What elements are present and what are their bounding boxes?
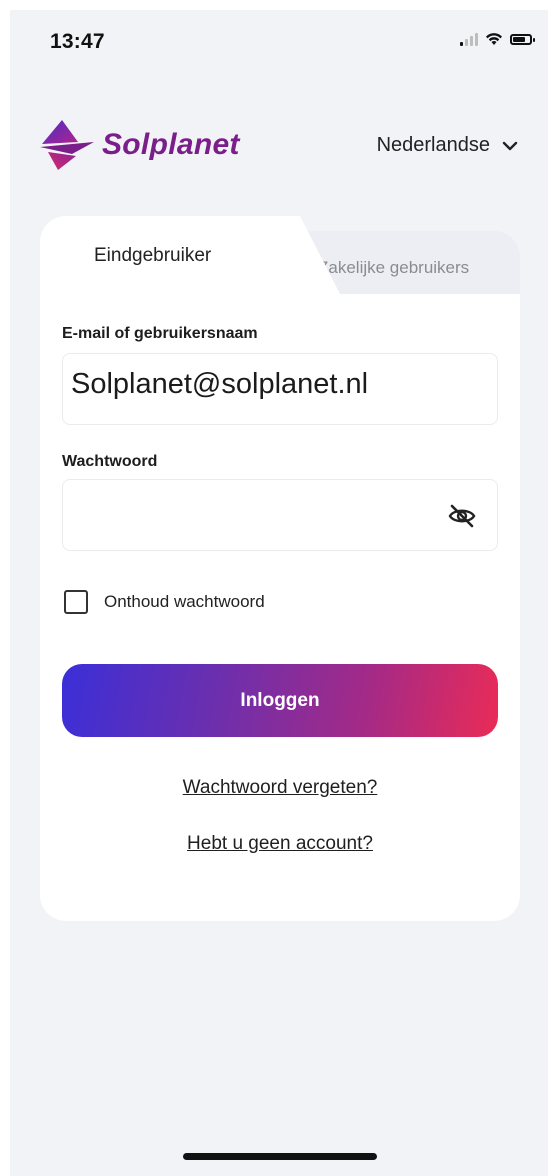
wifi-icon	[486, 33, 502, 45]
password-field[interactable]	[62, 479, 498, 551]
tab-end-user[interactable]: Eindgebruiker	[94, 245, 211, 267]
email-value: Solplanet@solplanet.nl	[71, 368, 369, 400]
no-account-link[interactable]: Hebt u geen account?	[40, 833, 520, 855]
status-icons	[460, 32, 535, 46]
login-button[interactable]: Inloggen	[62, 664, 498, 737]
password-label: Wachtwoord	[62, 453, 158, 470]
eye-off-icon[interactable]	[447, 504, 477, 528]
remember-label: Onthoud wachtwoord	[104, 592, 265, 611]
login-button-label: Inloggen	[240, 689, 320, 711]
brand-name: Solplanet	[102, 128, 240, 161]
cellular-signal-icon	[460, 32, 478, 46]
status-time: 13:47	[50, 30, 105, 53]
email-label: E-mail of gebruikersnaam	[62, 325, 258, 342]
language-selector[interactable]: Nederlandse	[377, 134, 518, 157]
remember-password[interactable]: Onthoud wachtwoord	[64, 590, 265, 614]
remember-checkbox[interactable]	[64, 590, 88, 614]
login-form	[40, 216, 520, 921]
language-label: Nederlandse	[376, 134, 490, 156]
chevron-down-icon	[502, 141, 518, 150]
tab-business-users-label[interactable]: Zakelijke gebruikers	[318, 258, 469, 278]
login-card: Zakelijke gebruikers Eindgebruiker E-mai…	[40, 216, 520, 921]
home-indicator[interactable]	[183, 1153, 377, 1160]
forgot-password-link[interactable]: Wachtwoord vergeten?	[40, 777, 520, 799]
solplanet-logo-icon	[40, 120, 94, 170]
email-field[interactable]: Solplanet@solplanet.nl	[62, 353, 498, 425]
battery-icon	[510, 33, 535, 45]
solplanet-logo: Solplanet	[38, 120, 240, 170]
app-screen: 13:47 Solplanet Nederlandse Zakelijke ge…	[10, 10, 548, 1176]
